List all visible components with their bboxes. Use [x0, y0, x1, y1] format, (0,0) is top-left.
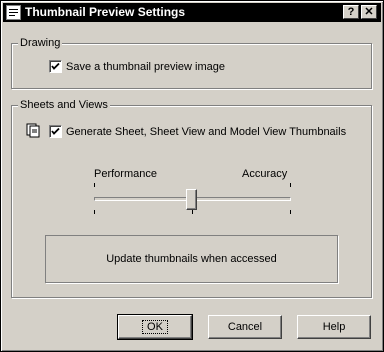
slider-tick-bottom-right	[290, 210, 291, 214]
ok-button-label: OK	[142, 320, 168, 334]
slider-tick-top-right	[290, 183, 291, 187]
slider-left-label: Performance	[94, 168, 157, 180]
dialog-title: Thumbnail Preview Settings	[25, 5, 186, 19]
title-bar[interactable]: Thumbnail Preview Settings ? ✕	[3, 3, 381, 22]
help-button[interactable]: Help	[297, 315, 371, 339]
cancel-button[interactable]: Cancel	[208, 315, 282, 339]
generate-thumbnails-label[interactable]: Generate Sheet, Sheet View and Model Vie…	[66, 125, 346, 139]
slider-right-label: Accuracy	[242, 168, 288, 180]
status-text: Update thumbnails when accessed	[106, 253, 277, 265]
generate-thumbnails-checkbox[interactable]	[49, 125, 62, 138]
slider-tick-bottom-mid	[192, 210, 193, 214]
drawing-group-legend: Drawing	[18, 36, 63, 50]
close-button[interactable]: ✕	[361, 5, 377, 19]
sheet-set-icon	[26, 123, 40, 138]
dialog-window: Thumbnail Preview Settings ? ✕ Drawing S…	[0, 0, 384, 352]
ok-button[interactable]: OK	[117, 314, 193, 340]
status-panel: Update thumbnails when accessed	[45, 235, 338, 283]
sheets-views-group-legend: Sheets and Views	[18, 98, 110, 112]
cancel-button-label: Cancel	[227, 321, 263, 333]
slider-tick-top-left	[94, 183, 95, 187]
help-button-label: Help	[322, 321, 346, 333]
save-thumbnail-label[interactable]: Save a thumbnail preview image	[66, 60, 225, 74]
slider-tick-bottom-left	[94, 210, 95, 214]
save-thumbnail-checkbox[interactable]	[49, 60, 62, 73]
checkmark-icon	[51, 62, 60, 70]
quality-slider-thumb[interactable]	[186, 189, 197, 210]
checkmark-icon	[51, 127, 60, 135]
app-icon	[6, 5, 21, 20]
help-title-button[interactable]: ?	[343, 5, 359, 19]
